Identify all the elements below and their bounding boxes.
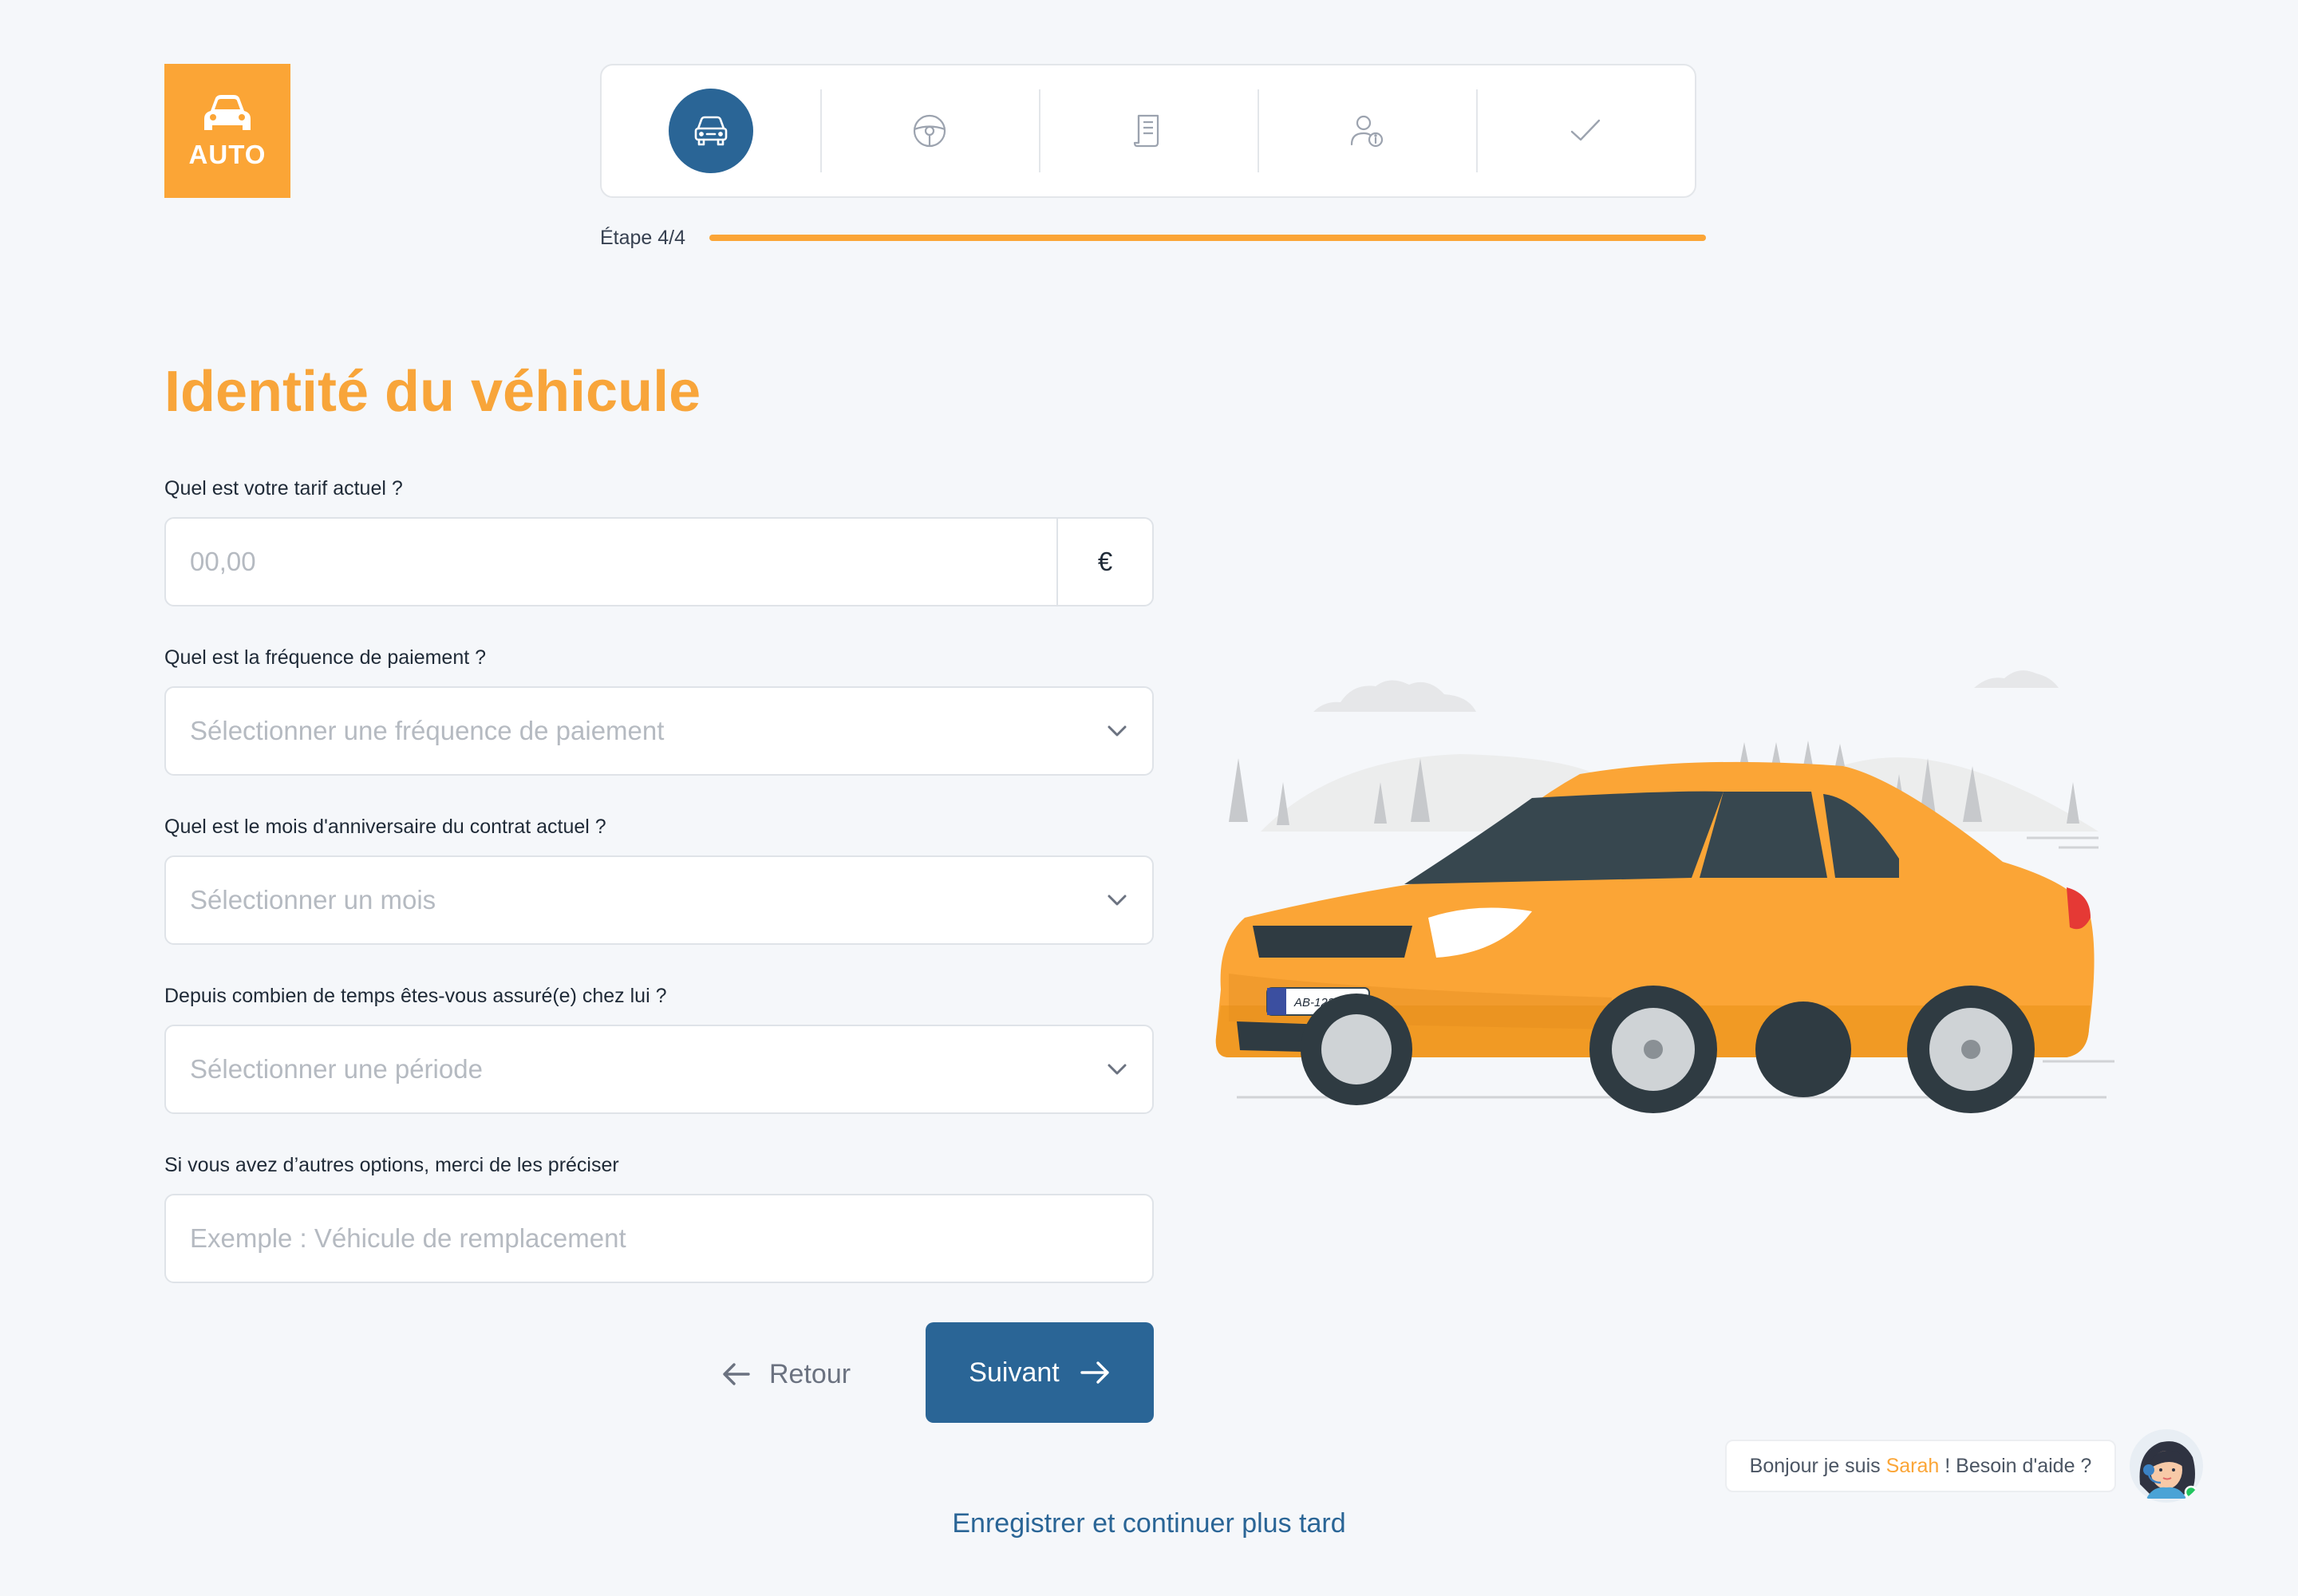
page-title: Identité du véhicule (164, 360, 701, 424)
frequence-placeholder: Sélectionner une fréquence de paiement (190, 716, 665, 745)
frequence-label: Quel est la fréquence de paiement ? (164, 646, 487, 669)
document-icon (1133, 114, 1159, 148)
next-button[interactable]: Suivant (926, 1322, 1154, 1423)
logo-text: AUTO (188, 140, 267, 169)
chat-greeting-bubble[interactable]: Bonjour je suis Sarah ! Besoin d'aide ? (1725, 1440, 2116, 1492)
assistant-avatar[interactable] (2129, 1428, 2204, 1503)
arrow-right-icon (1080, 1361, 1109, 1384)
periode-select[interactable]: Sélectionner une période (164, 1025, 1154, 1114)
tarif-field: € (164, 517, 1154, 606)
chevron-down-icon (1106, 724, 1128, 738)
auto-logo[interactable]: AUTO (164, 64, 290, 198)
mois-placeholder: Sélectionner un mois (190, 885, 436, 915)
step-driver[interactable] (820, 65, 1039, 196)
cloud-shapes (1313, 670, 2059, 712)
user-info-icon (1350, 115, 1384, 148)
step-counter: Étape 4/4 (600, 226, 686, 249)
progress-stepper (600, 64, 1696, 198)
step-confirmation[interactable] (1476, 65, 1695, 196)
chevron-down-icon (1106, 893, 1128, 907)
step-active-indicator (669, 89, 753, 173)
steering-wheel-icon (913, 114, 946, 148)
save-and-continue-later-link[interactable]: Enregistrer et continuer plus tard (0, 1508, 2298, 1539)
currency-suffix: € (1056, 519, 1152, 605)
mois-select[interactable]: Sélectionner un mois (164, 855, 1154, 945)
back-button-label: Retour (769, 1358, 851, 1389)
car-illustration: AB-123-CD (1215, 670, 2114, 1113)
tarif-label: Quel est votre tarif actuel ? (164, 477, 403, 500)
frequence-select[interactable]: Sélectionner une fréquence de paiement (164, 686, 1154, 776)
check-icon (1570, 119, 1601, 141)
arrow-left-icon (723, 1363, 750, 1385)
chevron-down-icon (1106, 1062, 1128, 1077)
back-button[interactable]: Retour (721, 1325, 881, 1424)
periode-placeholder: Sélectionner une période (190, 1054, 483, 1084)
progress-bar (709, 235, 1706, 241)
progress-row: Étape 4/4 (600, 222, 1706, 254)
options-input[interactable] (166, 1195, 1152, 1282)
chat-greeting-prefix: Bonjour je suis (1749, 1454, 1886, 1477)
step-contract[interactable] (1039, 65, 1258, 196)
next-button-label: Suivant (969, 1357, 1060, 1388)
car-icon (204, 95, 251, 130)
periode-label: Depuis combien de temps êtes-vous assuré… (164, 985, 667, 1007)
progress-bar-fill (709, 235, 1706, 241)
tarif-input[interactable] (166, 519, 1056, 605)
options-label: Si vous avez d’autres options, merci de … (164, 1154, 619, 1176)
step-vehicle[interactable] (602, 65, 820, 196)
step-profile[interactable] (1258, 65, 1476, 196)
options-field (164, 1194, 1154, 1283)
mois-label: Quel est le mois d'anniversaire du contr… (164, 816, 606, 838)
assistant-name: Sarah (1885, 1454, 1940, 1477)
chat-greeting-suffix: ! Besoin d'aide ? (1939, 1454, 2092, 1477)
car-icon (694, 116, 728, 146)
